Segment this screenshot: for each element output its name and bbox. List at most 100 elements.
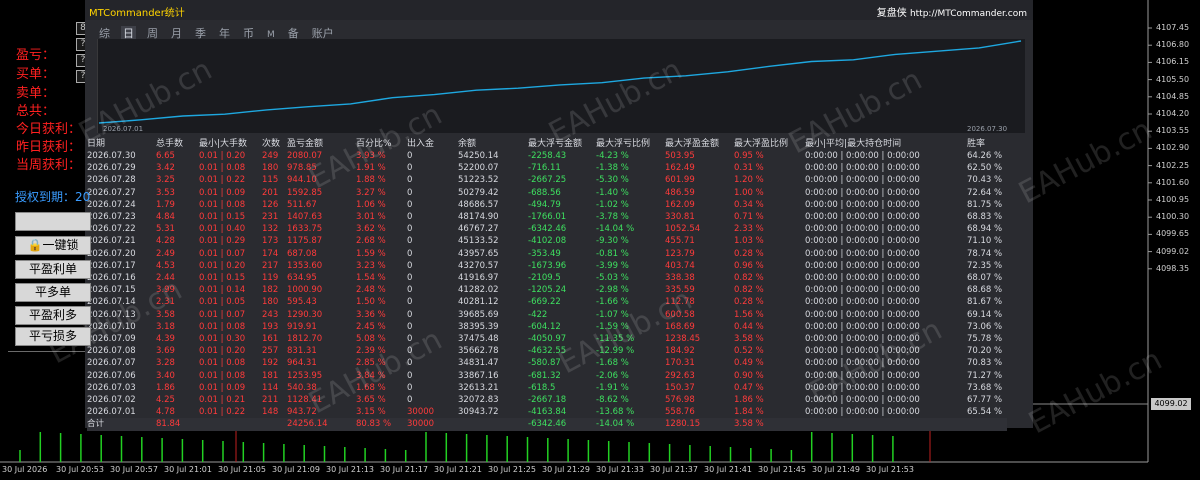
table-cell: 0 [407,285,413,296]
panel-bar[interactable] [15,212,91,231]
table-cell: 2.45 % [356,321,386,332]
table-cell: 595.43 [287,297,317,308]
table-cell: 3.25 [156,175,175,186]
column-header[interactable]: 百分比% [356,138,407,150]
table-row[interactable]: 2026.07.13 3.58 0.01 | 0.07 243 1290.30 3.36 … [87,309,1007,321]
table-cell: 0.47 % [734,382,764,393]
table-row[interactable]: 2026.07.27 3.53 0.01 | 0.09 201 1592.85 3.27 … [87,187,1007,199]
table-cell: -3.99 % [596,260,629,271]
action-button-3[interactable]: 平盈利多 [15,306,91,325]
table-cell: -11.35 % [596,334,635,345]
table-row[interactable]: 2026.07.06 3.40 0.01 | 0.08 181 1253.95 3.84 … [87,370,1007,382]
table-cell: -4050.97 [528,334,567,345]
table-cell: 68.68 % [967,285,1003,296]
table-cell: 0.01 | 0.05 [199,297,246,308]
table-cell: 0:00:00 | 0:00:00 | 0:00:00 [805,370,920,381]
column-header[interactable]: 次数 [262,138,287,150]
column-header[interactable]: 最大浮盈金额 [665,138,734,150]
table-cell: 78.74 % [967,248,1003,259]
table-row[interactable]: 2026.07.23 4.84 0.01 | 0.15 231 1407.63 3.01 … [87,211,1007,223]
price-tick: 4099.02 [1156,246,1190,256]
time-tick: 30 Jul 21:45 [758,465,806,474]
table-cell: 119 [262,273,279,284]
column-header[interactable]: 最小|大手数 [199,138,262,150]
summary-cell [805,418,967,430]
table-row[interactable]: 2026.07.15 3.99 0.01 | 0.14 182 1000.90 2.48 … [87,284,1007,296]
table-cell: 0 [407,382,413,393]
table-cell: 184.92 [665,346,695,357]
table-row[interactable]: 2026.07.17 4.53 0.01 | 0.20 217 1353.60 3.23 … [87,260,1007,272]
table-row[interactable]: 2026.07.22 5.31 0.01 | 0.40 132 1633.75 3.62 … [87,223,1007,235]
table-cell: 2.48 % [356,285,386,296]
table-cell: 576.98 [665,395,695,406]
table-row[interactable]: 2026.07.20 2.49 0.01 | 0.07 174 687.08 1.59 %… [87,248,1007,260]
table-cell: 126 [262,199,279,210]
table-row[interactable]: 2026.07.21 4.28 0.01 | 0.29 173 1175.87 2.68 … [87,235,1007,247]
table-cell: -14.04 % [596,224,635,235]
table-row[interactable]: 2026.07.08 3.69 0.01 | 0.20 257 831.31 2.39 %… [87,345,1007,357]
table-cell: 35662.78 [458,346,499,357]
summary-cell: 3.58 % [734,419,764,430]
action-button-0[interactable]: 🔒一键锁 [15,236,91,255]
column-header[interactable]: 余额 [458,138,528,150]
table-row[interactable]: 2026.07.10 3.18 0.01 | 0.08 193 919.91 2.45 %… [87,321,1007,333]
terminal-window: 盈亏：买单：卖单：总共：今日获利：昨日获利：当周获利：V5.158??? 409… [0,0,1200,480]
column-header[interactable]: 日期 [87,138,156,150]
table-cell: 211 [262,395,279,406]
table-row[interactable]: 2026.07.07 3.28 0.01 | 0.08 192 964.31 2.85 %… [87,357,1007,369]
table-cell: 1.88 % [356,175,386,186]
action-button-1[interactable]: 平盈利单 [15,260,91,279]
table-row[interactable]: 2026.07.28 3.25 0.01 | 0.22 115 944.10 1.88 %… [87,174,1007,186]
table-cell: 81.67 % [967,297,1003,308]
table-cell: 32613.21 [458,382,499,393]
table-cell: 3.28 [156,358,175,369]
table-row[interactable]: 2026.07.02 4.25 0.01 | 0.21 211 1128.41 3.65 … [87,394,1007,406]
table-cell: 2026.07.23 [87,212,136,223]
table-cell: 0 [407,297,413,308]
table-cell: 182 [262,285,279,296]
table-cell: 30000 [407,407,435,418]
action-button-2[interactable]: 平多单 [15,283,91,302]
table-cell: 2026.07.06 [87,370,136,381]
table-row[interactable]: 2026.07.14 2.31 0.01 | 0.05 180 595.43 1.50 %… [87,296,1007,308]
table-cell: 162.49 [665,163,695,174]
column-header[interactable]: 最小|平均|最大持仓时间 [805,138,967,150]
column-header[interactable]: 最大浮亏金额 [528,138,596,150]
table-row[interactable]: 2026.07.03 1.86 0.01 | 0.09 114 540.38 1.68 %… [87,382,1007,394]
table-cell: 1592.85 [287,187,323,198]
brand-site[interactable]: http://MTCommander.com [910,9,1027,19]
table-cell: 0.01 | 0.09 [199,187,246,198]
column-header[interactable]: 出入金 [407,138,458,150]
column-header[interactable]: 最大浮亏比例 [596,138,665,150]
table-cell: 486.59 [665,187,695,198]
table-cell: 243 [262,309,279,320]
table-cell: -1673.96 [528,260,567,271]
table-cell: 0.71 % [734,212,764,223]
table-cell: 34831.47 [458,358,499,369]
table-cell: 0.01 | 0.07 [199,248,246,259]
summary-cell: -6342.46 [528,419,567,430]
column-header[interactable]: 盈亏金额 [287,138,356,150]
column-header[interactable]: 最大浮盈比例 [734,138,805,150]
table-cell: 503.95 [665,151,695,161]
table-row[interactable]: 2026.07.01 4.78 0.01 | 0.22 148 943.72 3.15 %… [87,406,1007,418]
table-cell: 40281.12 [458,297,499,308]
table-cell: 0 [407,212,413,223]
table-cell: 0 [407,199,413,210]
table-cell: -681.32 [528,370,561,381]
table-cell: -618.5 [528,382,556,393]
table-cell: 72.64 % [967,187,1003,198]
table-row[interactable]: 2026.07.29 3.42 0.01 | 0.08 180 978.85 1.91 %… [87,162,1007,174]
brand[interactable]: 复盘侠 http://MTCommander.com [877,4,1027,19]
summary-cell: 1280.15 [665,419,701,430]
table-cell: 65.54 % [967,407,1003,418]
table-cell: 68.83 % [967,212,1003,223]
table-row[interactable]: 2026.07.09 4.39 0.01 | 0.30 161 1812.70 5.08 … [87,333,1007,345]
time-tick: 30 Jul 21:25 [488,465,536,474]
action-button-4[interactable]: 平亏损多 [15,327,91,346]
column-header[interactable]: 胜率 [967,138,1007,150]
column-header[interactable]: 总手数 [156,138,199,150]
table-row[interactable]: 2026.07.16 2.44 0.01 | 0.15 119 634.95 1.54 %… [87,272,1007,284]
table-row[interactable]: 2026.07.30 6.65 0.01 | 0.20 249 2080.07 3.93 … [87,150,1007,162]
table-row[interactable]: 2026.07.24 1.79 0.01 | 0.08 126 511.67 1.06 %… [87,199,1007,211]
